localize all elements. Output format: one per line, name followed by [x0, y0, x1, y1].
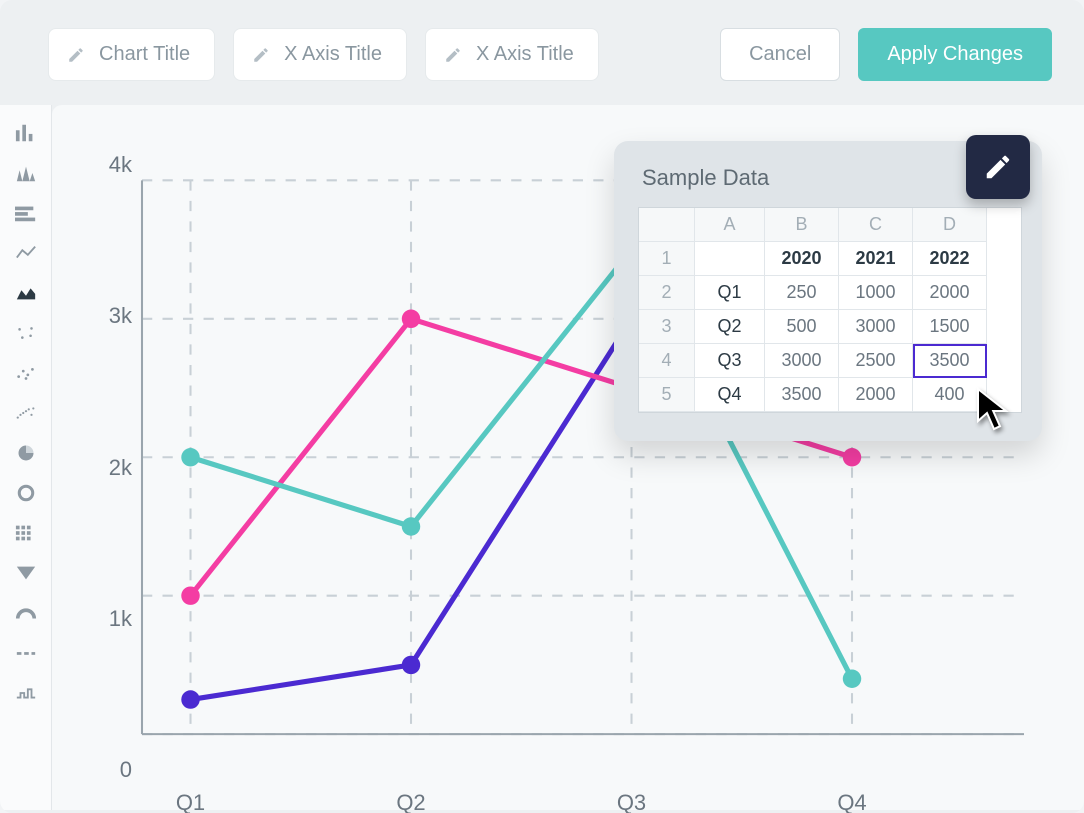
x-axis-title-field-2[interactable]: X Axis Title — [425, 28, 599, 81]
grid-cell[interactable]: 500 — [765, 310, 839, 344]
grid-cell[interactable]: Q4 — [695, 378, 765, 412]
apply-button[interactable]: Apply Changes — [858, 28, 1052, 81]
grid-cell[interactable] — [639, 208, 695, 242]
x-axis-title-label-2: X Axis Title — [476, 43, 574, 66]
x-tick: Q2 — [396, 790, 425, 813]
x-tick: Q4 — [837, 790, 866, 813]
grid-cell[interactable]: 3 — [639, 310, 695, 344]
grid-cell[interactable]: Q3 — [695, 344, 765, 378]
x-tick: Q3 — [617, 790, 646, 813]
grid-cell[interactable]: 1500 — [913, 310, 987, 344]
x-axis-title-field-1[interactable]: X Axis Title — [233, 28, 407, 81]
grid-cell[interactable]: 2500 — [839, 344, 913, 378]
x-tick: Q1 — [176, 790, 205, 813]
pie-icon[interactable] — [14, 443, 38, 463]
grid-cell[interactable]: 5 — [639, 378, 695, 412]
grid-cell[interactable]: 1 — [639, 242, 695, 276]
stacked-bar-icon[interactable] — [14, 203, 38, 223]
grid-cell[interactable] — [695, 242, 765, 276]
grid-cell[interactable]: B — [765, 208, 839, 242]
chart-title-field[interactable]: Chart Title — [48, 28, 215, 81]
chart-type-sidebar — [0, 105, 52, 810]
pencil-icon — [444, 46, 462, 64]
scatter-icon[interactable] — [14, 363, 38, 383]
y-tick: 1k — [88, 606, 132, 632]
grid-cell[interactable]: Q1 — [695, 276, 765, 310]
donut-icon[interactable] — [14, 483, 38, 503]
grid-cell[interactable]: 1000 — [839, 276, 913, 310]
line-chart-icon[interactable] — [14, 243, 38, 263]
grid-cell[interactable]: D — [913, 208, 987, 242]
cancel-button[interactable]: Cancel — [720, 28, 840, 81]
chart-title-label: Chart Title — [99, 43, 190, 66]
pencil-icon — [252, 46, 270, 64]
y-tick: 3k — [88, 303, 132, 329]
scatter-small-icon[interactable] — [14, 323, 38, 343]
grid-cell[interactable]: 2 — [639, 276, 695, 310]
dash-icon[interactable] — [14, 643, 38, 663]
grid-cell[interactable]: 3500 — [913, 344, 987, 378]
y-tick: 4k — [88, 152, 132, 178]
grid-cell[interactable]: C — [839, 208, 913, 242]
y-tick: 0 — [88, 757, 132, 783]
grid-cell[interactable]: 3000 — [765, 344, 839, 378]
grid-cell[interactable]: 2022 — [913, 242, 987, 276]
pencil-icon — [67, 46, 85, 64]
grid-cell[interactable]: A — [695, 208, 765, 242]
bar-chart-icon[interactable] — [14, 123, 38, 143]
grid-cell[interactable]: 2000 — [913, 276, 987, 310]
matrix-icon[interactable] — [14, 523, 38, 543]
grid-cell[interactable]: 3000 — [839, 310, 913, 344]
grid-cell[interactable]: Q2 — [695, 310, 765, 344]
chart-canvas: 01k2k3k4kQ1Q2Q3Q4 Sample Data ABCD120202… — [52, 105, 1084, 810]
x-axis-title-label-1: X Axis Title — [284, 43, 382, 66]
area-chart-icon[interactable] — [14, 283, 38, 303]
gauge-icon[interactable] — [14, 603, 38, 623]
grid-cell[interactable]: 250 — [765, 276, 839, 310]
grid-cell[interactable]: 2021 — [839, 242, 913, 276]
grid-cell[interactable]: 4 — [639, 344, 695, 378]
popup-title: Sample Data — [642, 165, 1022, 191]
funnel-icon[interactable] — [14, 563, 38, 583]
grid-cell[interactable]: 3500 — [765, 378, 839, 412]
y-tick: 2k — [88, 455, 132, 481]
toolbar: Chart Title X Axis Title X Axis Title Ca… — [0, 0, 1084, 105]
grid-cell[interactable]: 2000 — [839, 378, 913, 412]
grid-cell[interactable]: 2020 — [765, 242, 839, 276]
edit-data-button[interactable] — [966, 135, 1030, 199]
cursor-icon — [976, 387, 1016, 431]
histogram-icon[interactable] — [14, 163, 38, 183]
scatter-dense-icon[interactable] — [14, 403, 38, 423]
data-grid[interactable]: ABCD12020202120222Q1250100020003Q2500300… — [638, 207, 1022, 413]
steps-icon[interactable] — [14, 683, 38, 703]
sample-data-popup[interactable]: Sample Data ABCD12020202120222Q125010002… — [614, 141, 1042, 441]
pencil-icon — [983, 152, 1013, 182]
